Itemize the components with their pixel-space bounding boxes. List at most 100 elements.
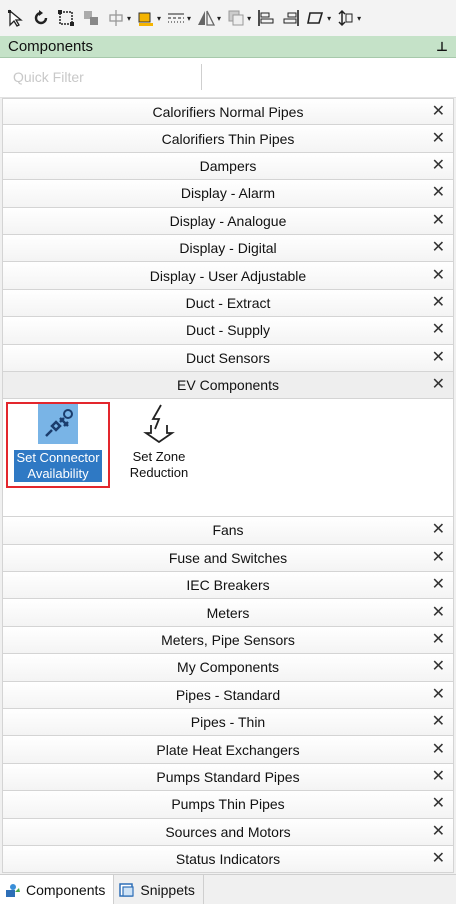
shape-button[interactable]: ▾: [306, 6, 331, 30]
select-frame-icon: [58, 10, 74, 26]
align-left-button[interactable]: [256, 6, 276, 30]
fill-color-button[interactable]: ▾: [136, 6, 161, 30]
layer-icon: [228, 10, 244, 26]
group-label: Duct Sensors: [185, 349, 271, 366]
rotate-button[interactable]: [31, 6, 51, 30]
group-header[interactable]: Sources and Motors ✕: [2, 818, 454, 846]
close-icon[interactable]: ✕: [432, 714, 445, 730]
item-label: Set Zone Reduction: [130, 449, 189, 481]
distribute-icon: [109, 10, 123, 26]
group-label: Fans: [212, 522, 244, 539]
panel-title: Components: [8, 38, 94, 55]
close-icon[interactable]: ✕: [432, 130, 445, 147]
select-arrow-button[interactable]: [6, 6, 26, 30]
group-header[interactable]: EV Components ✕: [2, 371, 454, 400]
chevron-down-icon[interactable]: ▾: [157, 14, 161, 23]
group-label: Dampers: [199, 157, 257, 174]
quick-filter-input[interactable]: [6, 64, 202, 90]
panel-header: Components ⊥: [0, 36, 456, 58]
chevron-down-icon[interactable]: ▾: [187, 14, 191, 23]
group-header[interactable]: Display - Alarm ✕: [2, 180, 454, 208]
tab-snippets[interactable]: Snippets: [114, 875, 204, 904]
group-label: Duct - Extract: [185, 294, 271, 311]
group-header[interactable]: Duct Sensors ✕: [2, 344, 454, 372]
group-button[interactable]: [81, 6, 101, 30]
distribute-button[interactable]: ▾: [106, 6, 131, 30]
close-icon[interactable]: ✕: [432, 212, 445, 229]
group-header[interactable]: My Components ✕: [2, 654, 454, 682]
tab-components[interactable]: Components: [0, 875, 115, 904]
group-header[interactable]: Fans ✕: [2, 517, 454, 545]
group-header[interactable]: Display - Analogue ✕: [2, 207, 454, 235]
size-button[interactable]: ▾: [336, 6, 361, 30]
close-icon[interactable]: ✕: [432, 349, 445, 366]
close-icon[interactable]: ✕: [432, 103, 445, 120]
chevron-down-icon[interactable]: ▾: [357, 14, 361, 23]
set-connector-availability-item[interactable]: Set Connector Availability: [6, 402, 110, 489]
pin-icon[interactable]: ⊥: [436, 39, 448, 55]
chevron-down-icon[interactable]: ▾: [127, 14, 131, 23]
group-label: Plate Heat Exchangers: [156, 741, 300, 758]
group-header[interactable]: Pumps Thin Pipes ✕: [2, 791, 454, 819]
group-header[interactable]: Meters, Pipe Sensors ✕: [2, 626, 454, 655]
group-label: Pumps Standard Pipes: [156, 769, 300, 785]
close-icon[interactable]: ✕: [432, 549, 445, 566]
group-header[interactable]: Status Indicators ✕: [2, 845, 454, 874]
close-icon[interactable]: ✕: [432, 522, 445, 538]
group-label: Meters: [206, 604, 250, 621]
group-header[interactable]: Fuse and Switches ✕: [2, 544, 454, 573]
close-icon[interactable]: ✕: [432, 185, 445, 201]
tab-snippets-label: Snippets: [140, 881, 195, 898]
close-icon[interactable]: ✕: [432, 377, 445, 393]
close-icon[interactable]: ✕: [432, 267, 445, 284]
line-style-button[interactable]: ▾: [166, 6, 191, 30]
group-header[interactable]: Dampers ✕: [2, 152, 454, 181]
group-header[interactable]: Meters ✕: [2, 599, 454, 627]
select-frame-button[interactable]: [56, 6, 76, 30]
group-header[interactable]: Plate Heat Exchangers ✕: [2, 736, 454, 764]
close-icon[interactable]: ✕: [432, 240, 445, 256]
group-label: Display - User Adjustable: [149, 267, 307, 284]
close-icon[interactable]: ✕: [432, 823, 445, 840]
close-icon[interactable]: ✕: [432, 322, 445, 338]
group-header[interactable]: Display - User Adjustable ✕: [2, 262, 454, 290]
close-icon[interactable]: ✕: [432, 741, 445, 758]
close-icon[interactable]: ✕: [432, 604, 445, 621]
bottom-tab-bar: Components Snippets: [0, 874, 456, 904]
chevron-down-icon[interactable]: ▾: [217, 14, 221, 23]
align-right-button[interactable]: [281, 6, 301, 30]
group-header[interactable]: Pipes - Standard ✕: [2, 681, 454, 710]
layer-button[interactable]: ▾: [226, 6, 251, 30]
group-header[interactable]: Duct - Supply ✕: [2, 317, 454, 345]
chevron-down-icon[interactable]: ▾: [247, 14, 251, 23]
flip-button[interactable]: ▾: [196, 6, 221, 30]
filter-row: [0, 58, 456, 98]
group-label: Display - Analogue: [169, 212, 287, 229]
group-header[interactable]: Display - Digital ✕: [2, 234, 454, 263]
close-icon[interactable]: ✕: [432, 632, 445, 648]
group-label: Sources and Motors: [165, 823, 291, 840]
group-label: Calorifiers Normal Pipes: [152, 103, 304, 120]
group-header[interactable]: Duct - Extract ✕: [2, 289, 454, 318]
group-header[interactable]: IEC Breakers ✕: [2, 572, 454, 600]
group-header[interactable]: Pumps Standard Pipes ✕: [2, 763, 454, 792]
close-icon[interactable]: ✕: [432, 157, 445, 174]
close-icon[interactable]: ✕: [432, 659, 445, 675]
set-zone-reduction-item[interactable]: Set Zone Reduction: [107, 403, 211, 489]
group-header[interactable]: Calorifiers Normal Pipes ✕: [2, 98, 454, 126]
close-icon[interactable]: ✕: [432, 769, 445, 785]
group-header[interactable]: Calorifiers Thin Pipes ✕: [2, 125, 454, 153]
item-label-line1: Set Connector: [16, 450, 100, 466]
close-icon[interactable]: ✕: [432, 686, 445, 703]
group-header[interactable]: Pipes - Thin ✕: [2, 709, 454, 737]
group-label: My Components: [177, 659, 279, 676]
close-icon[interactable]: ✕: [432, 294, 445, 311]
align-left-icon: [258, 10, 274, 26]
chevron-down-icon[interactable]: ▾: [327, 14, 331, 23]
group-label: Meters, Pipe Sensors: [161, 632, 295, 649]
close-icon[interactable]: ✕: [432, 851, 445, 867]
close-icon[interactable]: ✕: [432, 796, 445, 812]
components-tab-icon: [6, 883, 20, 897]
rotate-icon: [34, 10, 48, 25]
close-icon[interactable]: ✕: [432, 577, 445, 593]
